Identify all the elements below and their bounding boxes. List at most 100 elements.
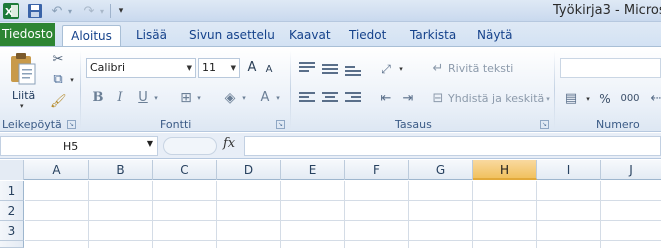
italic-icon: I xyxy=(117,90,123,105)
increase-indent-icon[interactable]: ⇥ xyxy=(400,91,416,107)
window-title: Työkirja3 - Microsof xyxy=(553,3,661,18)
align-right-icon[interactable] xyxy=(345,92,361,106)
font-size-value: 11 xyxy=(202,61,216,74)
expand-handle-icon[interactable] xyxy=(163,137,217,155)
alignment-launcher-icon[interactable]: ↘ xyxy=(540,120,549,129)
tab-data[interactable]: Tiedot xyxy=(349,25,386,46)
underline-icon: U xyxy=(138,90,148,105)
format-painter-icon[interactable]: 🖌 xyxy=(50,94,67,110)
orientation-icon[interactable]: ⤢ xyxy=(378,61,394,77)
row-header-3[interactable]: 3 xyxy=(0,221,24,241)
cut-icon[interactable]: ✂ xyxy=(50,52,66,68)
grow-font-icon: A xyxy=(247,60,257,75)
undo-icon[interactable]: ↶ xyxy=(50,2,64,20)
tab-view[interactable]: Näytä xyxy=(477,25,513,46)
insert-function-button[interactable]: fx xyxy=(223,136,235,151)
toolbar-divider xyxy=(110,4,111,18)
tab-formulas[interactable]: Kaavat xyxy=(289,25,331,46)
fill-color-icon[interactable]: ◈ xyxy=(222,89,238,107)
group-divider xyxy=(554,51,555,129)
column-header-e[interactable]: E xyxy=(281,160,345,180)
font-size-select[interactable]: 11 ▼ xyxy=(198,58,240,78)
row-header-2[interactable]: 2 xyxy=(0,201,24,221)
currency-icon[interactable]: ▤ xyxy=(563,91,579,107)
number-format-select[interactable] xyxy=(560,58,661,78)
row-header-4[interactable] xyxy=(0,241,24,248)
column-header-b[interactable]: B xyxy=(89,160,153,180)
tab-home[interactable]: Aloitus xyxy=(62,25,121,46)
cell-grid[interactable] xyxy=(25,181,661,248)
underline-dropdown-icon[interactable]: ▾ xyxy=(152,89,160,107)
column-header-i[interactable]: I xyxy=(537,160,601,180)
select-all-button[interactable] xyxy=(0,160,24,180)
percent-button[interactable]: % xyxy=(597,91,613,107)
group-divider xyxy=(290,51,291,129)
wrap-text-icon: ↵ xyxy=(432,61,444,76)
name-box-value: H5 xyxy=(63,140,79,153)
save-icon[interactable] xyxy=(27,3,43,19)
column-header-a[interactable]: A xyxy=(25,160,89,180)
fill-color-dropdown-icon[interactable]: ▾ xyxy=(240,89,248,107)
shrink-font-icon: A xyxy=(265,64,273,75)
group-label-alignment: Tasaus xyxy=(395,118,432,131)
clipboard-launcher-icon[interactable]: ↘ xyxy=(67,120,76,129)
grow-font-button[interactable]: A xyxy=(244,59,260,77)
borders-dropdown-icon[interactable]: ▾ xyxy=(195,89,203,107)
tab-review[interactable]: Tarkista xyxy=(410,25,456,46)
decrease-indent-icon[interactable]: ⇤ xyxy=(378,91,394,107)
shrink-font-button[interactable]: A xyxy=(262,61,276,79)
tab-file[interactable]: Tiedosto xyxy=(0,23,55,46)
bold-button[interactable]: B xyxy=(90,89,106,107)
align-top-icon[interactable] xyxy=(299,62,315,76)
font-launcher-icon[interactable]: ↘ xyxy=(276,120,285,129)
align-bottom-icon[interactable] xyxy=(345,66,361,80)
name-box[interactable]: H5 ▼ xyxy=(0,136,158,156)
customize-dropdown-icon[interactable]: ▾ xyxy=(116,2,126,20)
merge-center-button[interactable]: Yhdistä ja keskitä xyxy=(448,92,544,105)
font-color-dropdown-icon[interactable]: ▾ xyxy=(274,89,282,107)
underline-button[interactable]: U xyxy=(136,89,150,107)
redo-dropdown-icon[interactable]: ▾ xyxy=(98,2,106,20)
excel-icon[interactable]: X xyxy=(2,2,20,20)
font-name-value: Calibri xyxy=(90,61,126,74)
thousands-button[interactable]: 000 xyxy=(617,91,643,107)
formula-input[interactable] xyxy=(244,136,661,156)
italic-button[interactable]: I xyxy=(113,89,127,107)
formula-buttons: fx xyxy=(163,136,243,156)
increase-decimal-icon[interactable]: ⇠ xyxy=(648,91,661,107)
column-header-d[interactable]: D xyxy=(217,160,281,180)
paste-button[interactable]: Liitä xyxy=(12,89,35,102)
column-header-c[interactable]: C xyxy=(153,160,217,180)
undo-dropdown-icon[interactable]: ▾ xyxy=(66,2,74,20)
tab-insert[interactable]: Lisää xyxy=(136,25,167,46)
tab-page-layout[interactable]: Sivun asettelu xyxy=(189,25,275,46)
currency-dropdown-icon[interactable]: ▾ xyxy=(580,91,596,107)
borders-icon[interactable]: ⊞ xyxy=(178,89,194,107)
chevron-down-icon: ▼ xyxy=(186,64,192,72)
font-color-icon: A xyxy=(260,90,270,105)
group-divider xyxy=(80,51,81,129)
chevron-down-icon[interactable]: ▼ xyxy=(147,139,153,148)
redo-icon[interactable]: ↷ xyxy=(82,2,96,20)
column-header-h[interactable]: H xyxy=(473,160,537,180)
font-color-button[interactable]: A xyxy=(258,89,272,107)
bold-icon: B xyxy=(92,90,104,105)
row-header-1[interactable]: 1 xyxy=(0,181,24,201)
paste-dropdown-icon[interactable]: ▾ xyxy=(20,102,24,110)
group-label-font: Fontti xyxy=(160,118,192,131)
wrap-text-button[interactable]: Rivitä teksti xyxy=(448,62,513,75)
align-left-icon[interactable] xyxy=(299,92,315,106)
font-name-select[interactable]: Calibri ▼ xyxy=(86,58,196,78)
align-center-icon[interactable] xyxy=(322,92,338,106)
column-header-j[interactable]: J xyxy=(601,160,661,180)
group-label-clipboard: Leikepöytä xyxy=(2,118,62,131)
merge-center-icon: ⊟ xyxy=(432,91,444,106)
ribbon-tabs: Tiedosto Aloitus Lisää Sivun asettelu Ka… xyxy=(0,22,661,46)
align-middle-icon[interactable] xyxy=(322,64,338,78)
column-header-f[interactable]: F xyxy=(345,160,409,180)
paste-icon[interactable] xyxy=(8,51,38,87)
group-label-number: Numero xyxy=(596,118,640,131)
copy-dropdown-icon[interactable]: ▾ xyxy=(64,72,80,88)
column-header-g[interactable]: G xyxy=(409,160,473,180)
orientation-dropdown-icon[interactable]: ▾ xyxy=(393,61,409,77)
